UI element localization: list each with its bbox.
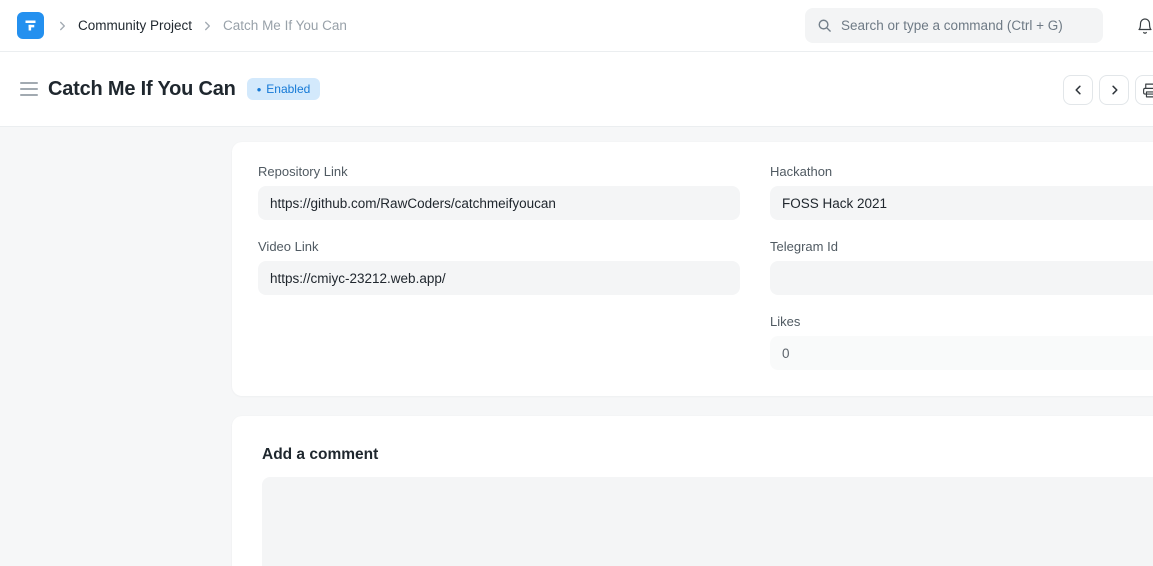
global-search[interactable] [805, 8, 1103, 43]
form-column-right: Hackathon Telegram Id Likes [770, 164, 1153, 370]
menu-icon [20, 82, 38, 84]
likes-value [770, 336, 1153, 370]
field-label: Telegram Id [770, 239, 1153, 254]
frappe-logo[interactable] [17, 12, 44, 39]
field-repository-link: Repository Link [258, 164, 740, 220]
chevron-right-icon [203, 21, 212, 31]
previous-document-button[interactable] [1063, 75, 1093, 105]
status-dot: • [257, 83, 262, 96]
breadcrumb-item-community-project[interactable]: Community Project [78, 18, 192, 33]
print-button[interactable] [1135, 75, 1153, 105]
breadcrumb: Community Project Catch Me If You Can [58, 18, 347, 33]
page-title: Catch Me If You Can [48, 78, 236, 101]
field-label: Likes [770, 314, 1153, 329]
form-page-body: Repository Link Video Link Hackathon Tel… [0, 127, 1153, 566]
field-label: Hackathon [770, 164, 1153, 179]
field-label: Repository Link [258, 164, 740, 179]
breadcrumb-item-current: Catch Me If You Can [223, 18, 347, 33]
comment-input[interactable] [262, 477, 1153, 566]
page-head: Catch Me If You Can • Enabled [0, 52, 1153, 127]
chevron-right-icon [58, 21, 67, 31]
bell-icon [1136, 17, 1153, 36]
form-section-details: Repository Link Video Link Hackathon Tel… [232, 142, 1153, 396]
status-label: Enabled [266, 82, 310, 96]
chevron-left-icon [1073, 84, 1084, 96]
notifications-button[interactable] [1133, 12, 1153, 40]
search-icon [817, 18, 832, 33]
next-document-button[interactable] [1099, 75, 1129, 105]
video-link-input[interactable] [258, 261, 740, 295]
add-comment-heading: Add a comment [262, 446, 1153, 464]
field-video-link: Video Link [258, 239, 740, 295]
search-input[interactable] [841, 18, 1091, 33]
field-likes: Likes [770, 314, 1153, 370]
chevron-right-icon [1109, 84, 1120, 96]
top-navbar: Community Project Catch Me If You Can [0, 0, 1153, 52]
repository-link-input[interactable] [258, 186, 740, 220]
field-hackathon: Hackathon [770, 164, 1153, 220]
comments-section: Add a comment [232, 416, 1153, 566]
telegram-id-input[interactable] [770, 261, 1153, 295]
frappe-logo-icon [23, 18, 38, 33]
field-label: Video Link [258, 239, 740, 254]
printer-icon [1141, 82, 1153, 99]
sidebar-toggle-button[interactable] [20, 80, 38, 98]
status-badge: • Enabled [247, 78, 321, 100]
form-column-left: Repository Link Video Link [258, 164, 740, 370]
field-telegram-id: Telegram Id [770, 239, 1153, 295]
hackathon-input[interactable] [770, 186, 1153, 220]
